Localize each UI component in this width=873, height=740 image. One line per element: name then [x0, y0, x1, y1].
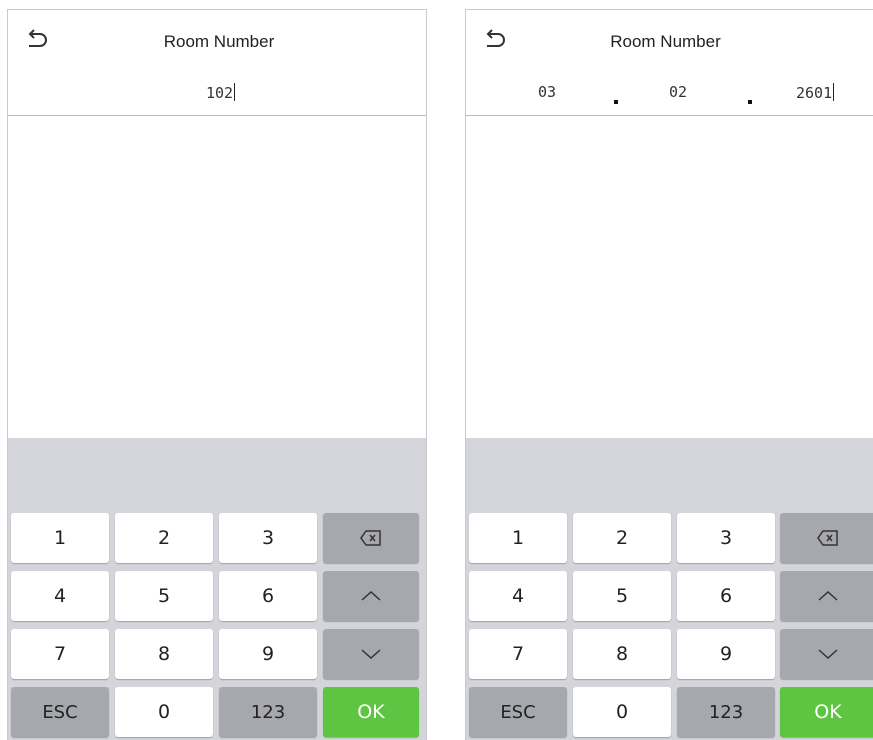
room-number-value: 102 — [206, 83, 236, 102]
key-2[interactable]: 2 — [573, 513, 671, 563]
room-number-screen-right: Room Number 03 02 2601 1 2 3 4 5 6 7 8 9… — [465, 9, 873, 740]
segment-separator — [614, 100, 618, 104]
key-3[interactable]: 3 — [219, 513, 317, 563]
chevron-down-icon — [818, 649, 838, 660]
room-number-segment-1[interactable]: 03 — [538, 83, 556, 101]
header: Room Number — [8, 10, 426, 72]
header: Room Number — [466, 10, 873, 72]
key-1[interactable]: 1 — [11, 513, 109, 563]
key-7[interactable]: 7 — [11, 629, 109, 679]
down-key[interactable] — [780, 629, 873, 679]
input-mode-key[interactable]: 123 — [677, 687, 775, 737]
segment-separator — [748, 100, 752, 104]
backspace-icon — [360, 530, 381, 546]
backspace-icon — [817, 530, 838, 546]
key-4[interactable]: 4 — [11, 571, 109, 621]
key-4[interactable]: 4 — [469, 571, 567, 621]
text-caret — [234, 83, 236, 101]
key-0[interactable]: 0 — [115, 687, 213, 737]
up-key[interactable] — [780, 571, 873, 621]
key-0[interactable]: 0 — [573, 687, 671, 737]
page-title: Room Number — [610, 32, 721, 51]
key-9[interactable]: 9 — [219, 629, 317, 679]
key-7[interactable]: 7 — [469, 629, 567, 679]
esc-key[interactable]: ESC — [469, 687, 567, 737]
key-5[interactable]: 5 — [115, 571, 213, 621]
numeric-keyboard: 1 2 3 4 5 6 7 8 9 ESC 0 123 OK — [8, 438, 426, 740]
key-1[interactable]: 1 — [469, 513, 567, 563]
chevron-up-icon — [361, 590, 381, 601]
text-caret — [833, 83, 835, 101]
room-number-segment-2[interactable]: 02 — [669, 83, 687, 101]
key-8[interactable]: 8 — [115, 629, 213, 679]
input-mode-key[interactable]: 123 — [219, 687, 317, 737]
key-8[interactable]: 8 — [573, 629, 671, 679]
chevron-up-icon — [818, 590, 838, 601]
key-5[interactable]: 5 — [573, 571, 671, 621]
backspace-key[interactable] — [780, 513, 873, 563]
key-6[interactable]: 6 — [219, 571, 317, 621]
backspace-key[interactable] — [323, 513, 419, 563]
room-number-input[interactable]: 102 — [8, 71, 426, 116]
room-number-segment-3[interactable]: 2601 — [796, 83, 835, 102]
down-key[interactable] — [323, 629, 419, 679]
up-key[interactable] — [323, 571, 419, 621]
key-6[interactable]: 6 — [677, 571, 775, 621]
key-9[interactable]: 9 — [677, 629, 775, 679]
ok-key[interactable]: OK — [780, 687, 873, 737]
room-number-input[interactable]: 03 02 2601 — [466, 71, 873, 116]
key-3[interactable]: 3 — [677, 513, 775, 563]
page-title: Room Number — [163, 32, 275, 51]
numeric-keyboard: 1 2 3 4 5 6 7 8 9 ESC 0 123 OK — [466, 438, 873, 740]
chevron-down-icon — [361, 649, 381, 660]
room-number-screen-left: Room Number 102 1 2 3 4 5 6 7 8 9 ESC 0 … — [7, 9, 427, 740]
esc-key[interactable]: ESC — [11, 687, 109, 737]
key-2[interactable]: 2 — [115, 513, 213, 563]
ok-key[interactable]: OK — [323, 687, 419, 737]
